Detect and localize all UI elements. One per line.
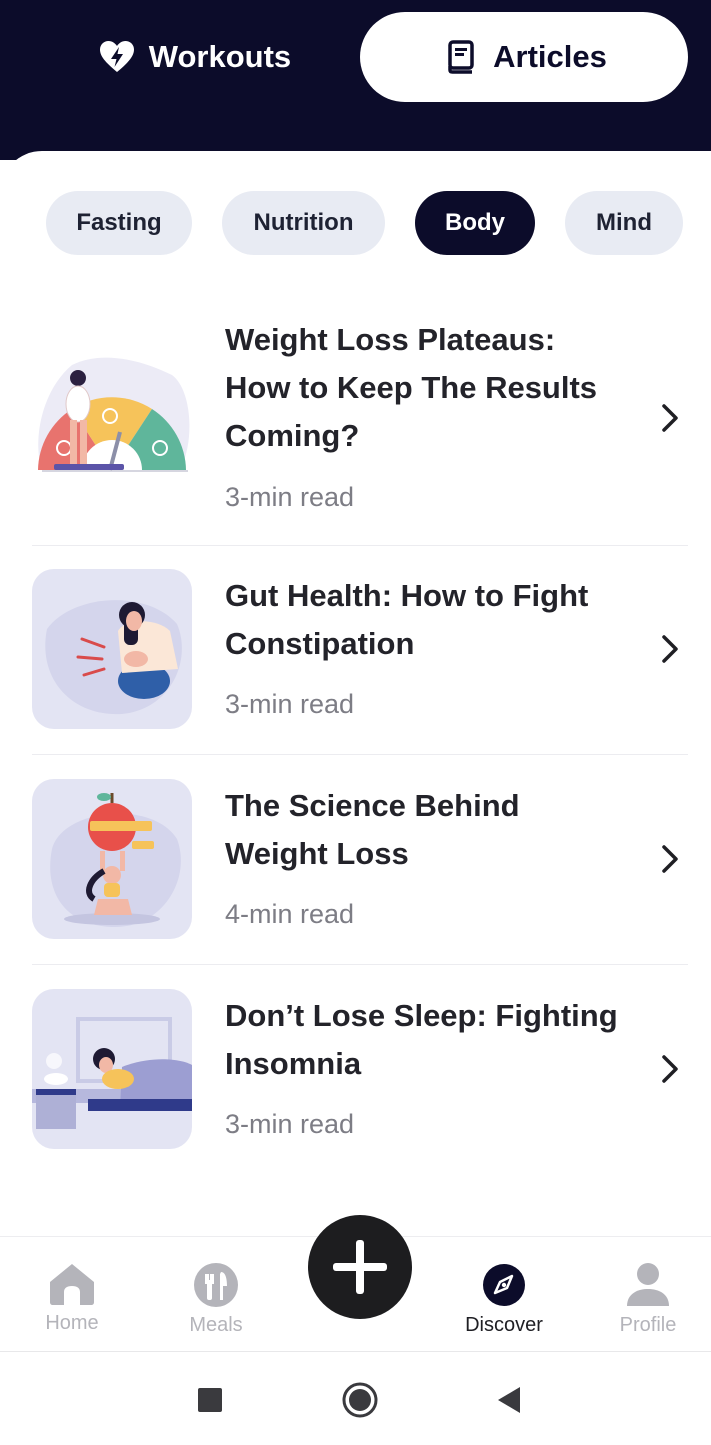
article-read-time: 3-min read xyxy=(225,482,355,512)
nav-discover[interactable]: Discover xyxy=(444,1262,564,1337)
chip-nutrition[interactable]: Nutrition xyxy=(222,191,385,255)
article-read-time: 3-min read xyxy=(225,1109,355,1139)
meals-icon xyxy=(194,1263,238,1307)
article-item[interactable]: The Science Behind Weight Loss 4-min rea… xyxy=(32,779,688,959)
chip-label: Mind xyxy=(596,209,652,236)
chip-body[interactable]: Body xyxy=(415,191,535,255)
chevron-right-icon xyxy=(662,404,678,432)
circle-home-icon[interactable] xyxy=(340,1380,380,1420)
tab-articles[interactable]: Articles xyxy=(360,12,688,102)
chevron-right-icon xyxy=(662,845,678,873)
article-thumbnail xyxy=(32,330,192,490)
article-title-line: How to Keep The Results xyxy=(225,370,598,405)
chip-label: Body xyxy=(445,209,505,236)
article-read-time: 4-min read xyxy=(225,899,355,929)
chevron-right-icon xyxy=(662,635,678,663)
compass-icon xyxy=(483,1264,525,1306)
nav-discover-label: Discover xyxy=(465,1314,543,1336)
tab-articles-label: Articles xyxy=(493,39,607,74)
article-title-line: Don’t Lose Sleep: Fighting xyxy=(225,998,618,1033)
add-button[interactable] xyxy=(308,1215,412,1319)
article-item[interactable]: Gut Health: How to Fight Constipation 3-… xyxy=(32,569,688,749)
article-title-line: Weight Loss Plateaus: xyxy=(225,322,556,357)
nav-profile[interactable]: Profile xyxy=(588,1262,708,1337)
plus-icon xyxy=(333,1240,387,1294)
article-thumbnail xyxy=(32,569,192,729)
article-title: Don’t Lose Sleep: Fighting Insomnia xyxy=(225,992,655,1088)
article-title: Weight Loss Plateaus: How to Keep The Re… xyxy=(225,316,645,460)
article-thumbnail xyxy=(32,779,192,939)
nav-meals-label: Meals xyxy=(189,1314,243,1336)
chip-fasting[interactable]: Fasting xyxy=(46,191,192,255)
article-title: Gut Health: How to Fight Constipation xyxy=(225,572,645,668)
article-read-time: 3-min read xyxy=(225,689,355,719)
nav-profile-label: Profile xyxy=(619,1314,677,1336)
nav-home[interactable]: Home xyxy=(12,1262,132,1335)
article-title-line: Weight Loss xyxy=(225,836,409,871)
person-icon xyxy=(627,1263,669,1306)
divider xyxy=(32,754,688,755)
chip-mind[interactable]: Mind xyxy=(565,191,683,255)
divider xyxy=(32,545,688,546)
divider xyxy=(32,964,688,965)
article-title-line: Gut Health: How to Fight xyxy=(225,578,589,613)
article-title-line: Coming? xyxy=(225,418,360,453)
back-triangle-icon[interactable] xyxy=(488,1380,528,1420)
nav-home-label: Home xyxy=(45,1312,99,1334)
tab-workouts[interactable]: Workouts xyxy=(44,12,344,102)
article-title: The Science Behind Weight Loss xyxy=(225,782,645,878)
article-title-line: Insomnia xyxy=(225,1046,362,1081)
chip-label: Nutrition xyxy=(253,209,354,236)
chevron-right-icon xyxy=(662,1055,678,1083)
tab-workouts-label: Workouts xyxy=(148,39,292,74)
chip-label: Fasting xyxy=(76,209,162,236)
heart-bolt-icon xyxy=(97,37,137,77)
book-icon xyxy=(441,37,481,77)
article-item[interactable]: Don’t Lose Sleep: Fighting Insomnia 3-mi… xyxy=(32,989,688,1169)
article-thumbnail xyxy=(32,989,192,1149)
square-icon[interactable] xyxy=(190,1380,230,1420)
nav-meals[interactable]: Meals xyxy=(156,1262,276,1337)
article-title-line: Constipation xyxy=(225,626,415,661)
home-icon xyxy=(50,1264,94,1305)
article-item[interactable]: Weight Loss Plateaus: How to Keep The Re… xyxy=(32,310,688,540)
article-title-line: The Science Behind xyxy=(225,788,520,823)
